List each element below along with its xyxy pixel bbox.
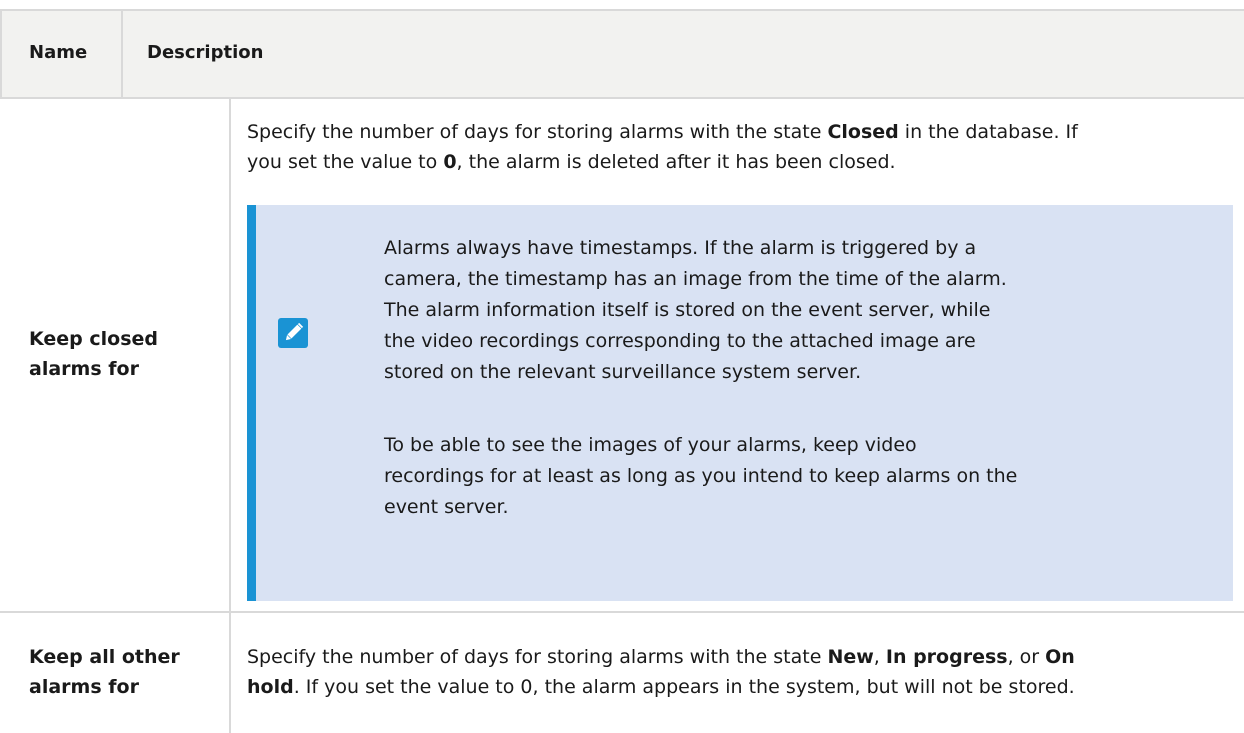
note-text-line: recordings for at least as long as you i… [384, 465, 1018, 487]
pencil-icon [278, 318, 308, 348]
note-text-line: event server. [384, 496, 509, 518]
note-text-line: stored on the relevant surveillance syst… [384, 361, 862, 383]
note-text-line: the video recordings corresponding to th… [384, 330, 976, 352]
column-header-description: Description [147, 42, 264, 63]
divider [121, 9, 123, 97]
note-text-line: camera, the timestamp has an image from … [384, 268, 1007, 290]
note-text-line: The alarm information itself is stored o… [384, 299, 991, 321]
divider [0, 9, 1244, 11]
description-line: Specify the number of days for storing a… [247, 121, 1078, 143]
row-description: Specify the number of days for storing a… [247, 117, 1078, 177]
divider [0, 611, 1244, 613]
note-text-line: To be able to see the images of your ala… [384, 434, 917, 456]
row-name-keep-closed: Keep closed alarms for [29, 328, 159, 380]
row-name-keep-all-other: Keep all other alarms for [29, 646, 180, 698]
note-text-line: Alarms always have timestamps. If the al… [384, 237, 977, 259]
note-accent-bar [247, 205, 256, 601]
description-line: hold. If you set the value to 0, the ala… [247, 676, 1075, 698]
column-header-name: Name [29, 42, 88, 63]
row-description: Specify the number of days for storing a… [247, 642, 1075, 702]
description-line: you set the value to 0, the alarm is del… [247, 151, 896, 173]
description-line: Specify the number of days for storing a… [247, 646, 1075, 668]
divider [0, 97, 1244, 99]
divider [0, 9, 2, 97]
divider [229, 97, 231, 733]
